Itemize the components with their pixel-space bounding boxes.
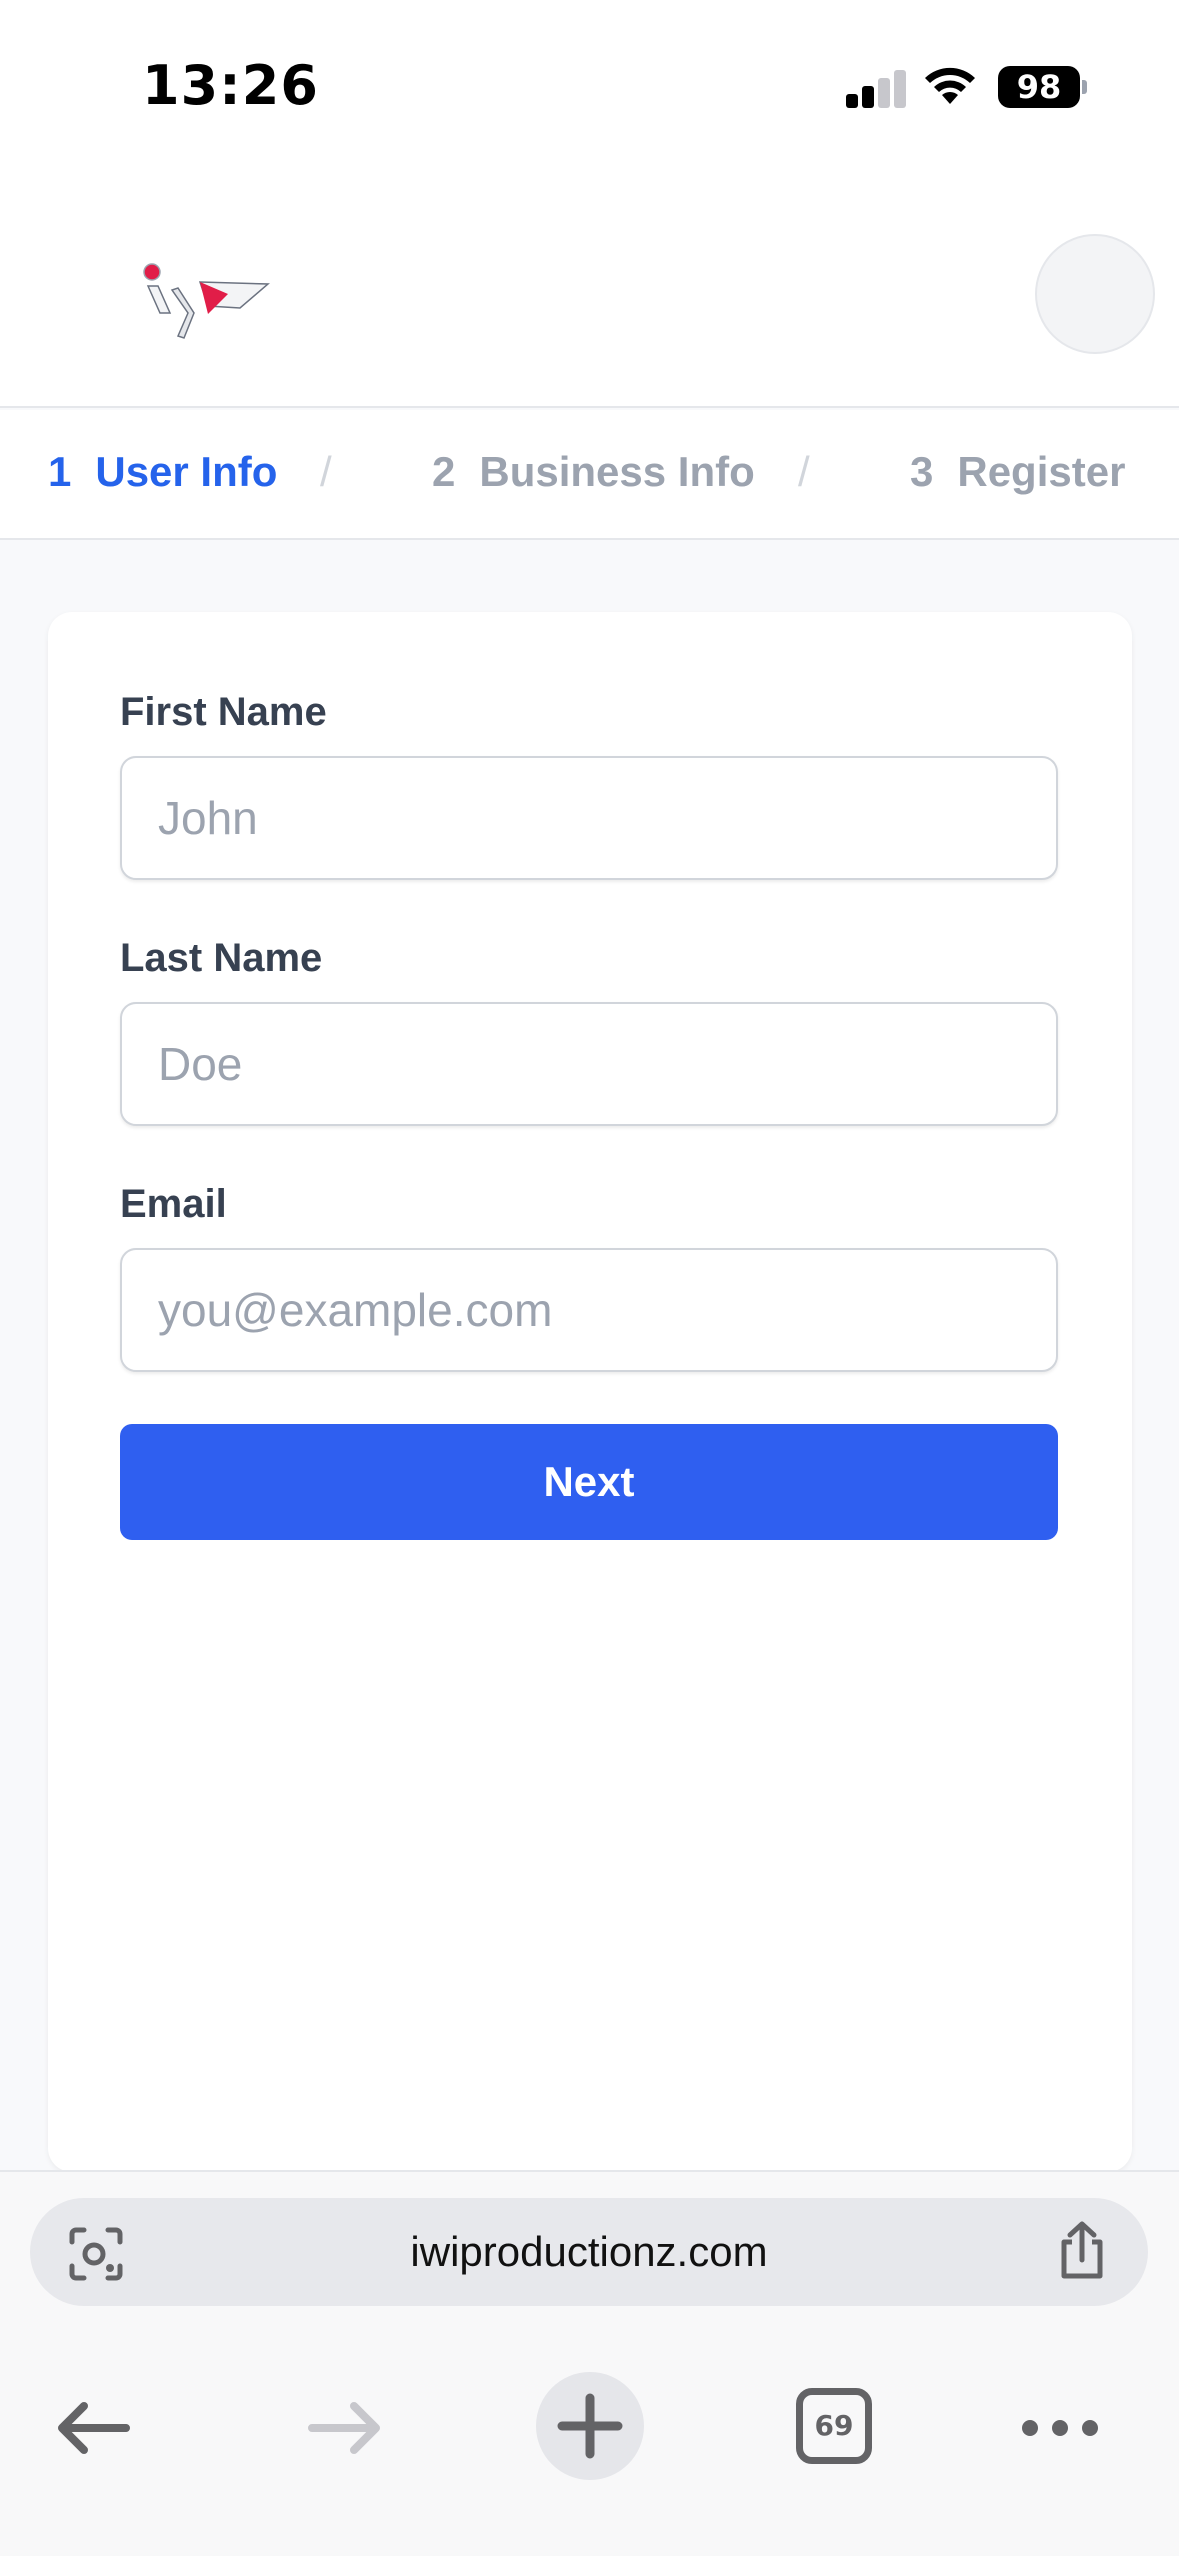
new-tab-button[interactable] xyxy=(536,2372,644,2480)
share-icon[interactable] xyxy=(1054,2220,1110,2282)
status-time: 13:26 xyxy=(142,54,319,117)
step-separator: / xyxy=(320,448,332,495)
battery-icon: 98 xyxy=(998,66,1080,108)
wifi-icon xyxy=(925,67,975,104)
iwp-logo[interactable] xyxy=(138,258,288,358)
address-bar[interactable]: iwiproductionz.com xyxy=(30,2198,1148,2306)
status-bar: 13:26 98 xyxy=(0,0,1179,150)
battery-tip xyxy=(1082,80,1087,94)
email-label: Email xyxy=(120,1182,227,1226)
last-name-field[interactable] xyxy=(120,1002,1058,1126)
tabs-icon[interactable]: 69 xyxy=(796,2388,872,2464)
step-label: Business Info xyxy=(479,448,755,495)
plus-icon xyxy=(557,2393,623,2459)
site-header xyxy=(0,150,1179,408)
form-card: First Name Last Name Email Next xyxy=(48,612,1132,2172)
step-number: 3 xyxy=(910,448,934,495)
step-separator: / xyxy=(798,448,810,495)
url-text: iwiproductionz.com xyxy=(410,2228,768,2275)
step-label: Register xyxy=(957,448,1126,495)
step-label: User Info xyxy=(95,448,278,495)
step-number: 1 xyxy=(48,448,72,495)
step-user-info[interactable]: 1 User Info xyxy=(48,448,277,496)
avatar[interactable] xyxy=(1035,234,1155,354)
forward-arrow-icon[interactable] xyxy=(306,2400,382,2456)
email-field[interactable] xyxy=(120,1248,1058,1372)
more-icon[interactable] xyxy=(1020,2418,1100,2438)
browser-toolbar: iwiproductionz.com 69 xyxy=(0,2170,1179,2556)
next-button[interactable]: Next xyxy=(120,1424,1058,1540)
first-name-label: First Name xyxy=(120,690,327,734)
step-register[interactable]: 3 Register xyxy=(910,448,1125,496)
signal-icon xyxy=(846,68,906,108)
first-name-field[interactable] xyxy=(120,756,1058,880)
step-nav: 1 User Info / 2 Business Info / 3 Register xyxy=(0,410,1179,540)
last-name-label: Last Name xyxy=(120,936,323,980)
back-arrow-icon[interactable] xyxy=(56,2400,132,2456)
step-business-info[interactable]: 2 Business Info xyxy=(432,448,755,496)
step-number: 2 xyxy=(432,448,456,495)
